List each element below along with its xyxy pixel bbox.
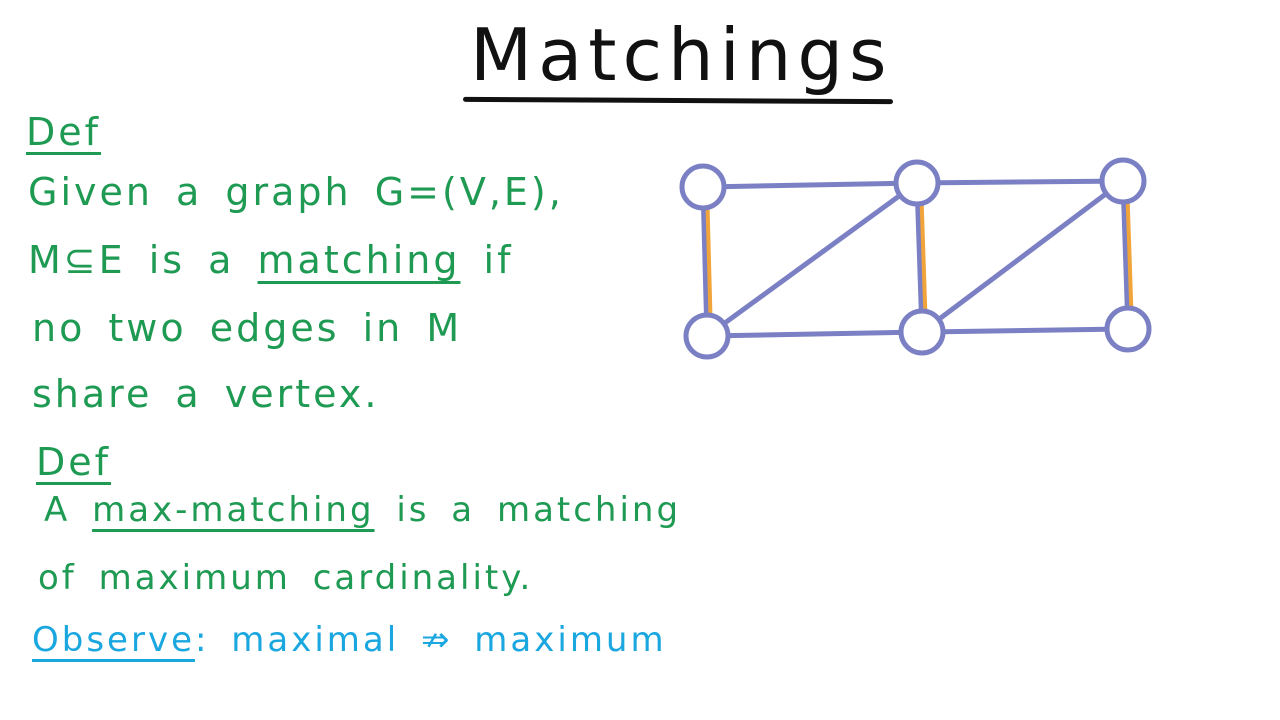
graph-edge-v2-v3 xyxy=(935,178,1105,186)
graph-edge-v1-v2 xyxy=(721,180,899,190)
matching-graph xyxy=(679,157,1152,360)
graph-vertex-v5 xyxy=(898,308,946,356)
graph-edge-v4-v5 xyxy=(725,329,904,339)
lecture-slide: Matchings Def Given a graph G=(V,E), M⊆E… xyxy=(0,0,1280,720)
graph-vertex-v4 xyxy=(683,312,731,360)
graph-edge-v4-v2 xyxy=(721,192,903,327)
graph-vertex-v3 xyxy=(1099,157,1147,205)
graph-vertex-v6 xyxy=(1104,305,1152,353)
graph-vertex-v2 xyxy=(893,159,941,207)
graph-edge-v5-v6 xyxy=(940,326,1110,335)
graph-vertex-v1 xyxy=(679,163,727,211)
graph-edge-v5-v3 xyxy=(936,191,1109,322)
